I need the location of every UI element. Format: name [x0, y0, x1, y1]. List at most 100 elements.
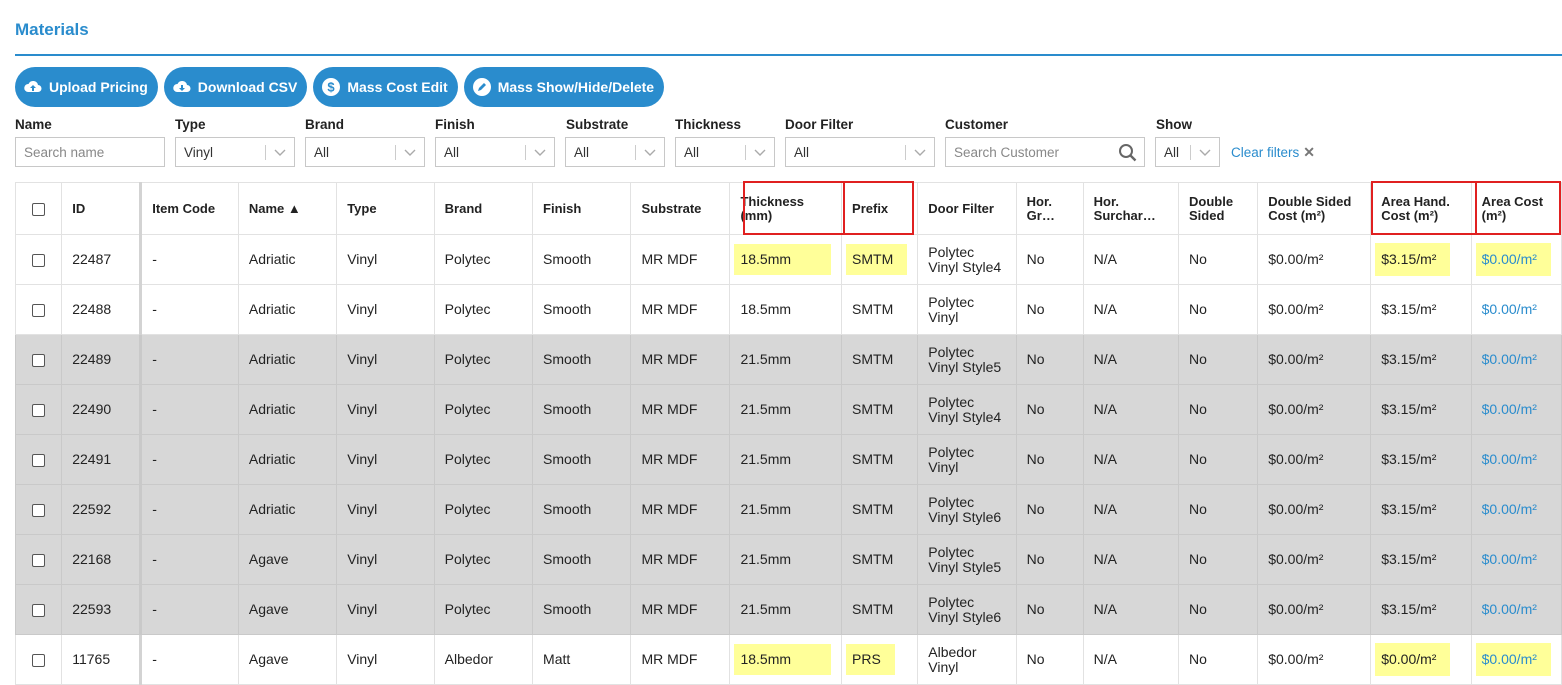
cell-door-filter: Polytec Vinyl [917, 284, 1017, 335]
cell-id: 22487 [61, 234, 143, 285]
cell-id: 22488 [61, 284, 143, 335]
cell-hor-surcharge: N/A [1082, 484, 1180, 535]
header-brand[interactable]: Brand [433, 182, 534, 235]
cell-thickness: 21.5mm [729, 384, 843, 435]
clear-filters-link[interactable]: Clear filters ✕ [1231, 144, 1315, 161]
cell-hor-surcharge: N/A [1082, 634, 1180, 685]
row-select-cell [14, 434, 63, 485]
row-checkbox[interactable] [32, 353, 46, 367]
cell-hor-gr: No [1015, 384, 1084, 435]
mass-show-hide-delete-label: Mass Show/Hide/Delete [497, 79, 655, 95]
cell-item-code: - [140, 634, 239, 685]
row-checkbox[interactable] [32, 253, 46, 267]
row-checkbox[interactable] [32, 653, 46, 667]
header-id[interactable]: ID [61, 182, 143, 235]
row-checkbox[interactable] [32, 603, 46, 617]
cell-thickness: 21.5mm [729, 334, 843, 385]
header-name[interactable]: Name ▲ [237, 182, 338, 235]
cell-door-filter: Polytec Vinyl Style6 [917, 584, 1017, 635]
type-select[interactable]: Vinyl [175, 137, 295, 167]
mass-show-hide-delete-button[interactable]: Mass Show/Hide/Delete [463, 67, 665, 107]
header-double-sided[interactable]: Double Sided [1177, 182, 1259, 235]
header-double-sided-cost[interactable]: Double Sided Cost (m²) [1257, 182, 1372, 235]
cell-area-cost[interactable]: $0.00/m² [1470, 584, 1562, 635]
row-checkbox[interactable] [32, 303, 46, 317]
cell-area-cost[interactable]: $0.00/m² [1470, 434, 1562, 485]
cell-type: Vinyl [336, 434, 435, 485]
substrate-select[interactable]: All [565, 137, 665, 167]
cell-hor-gr: No [1015, 284, 1084, 335]
show-select[interactable]: All [1155, 137, 1220, 167]
table-row[interactable]: 22487- Adriatic Vinyl Polytec Smooth MR MDF 18… [14, 234, 1562, 285]
table-row[interactable]: 22488- Adriatic Vinyl Polytec Smooth MR MDF 18… [14, 284, 1562, 335]
cell-door-filter: Polytec Vinyl Style4 [917, 384, 1017, 435]
cell-area-hand-cost: $3.15/m² [1370, 484, 1472, 535]
cell-prefix: SMTM [841, 284, 919, 335]
table-row[interactable]: 22489- Adriatic Vinyl Polytec Smooth MR MDF 21… [14, 334, 1562, 385]
highlighted-value: SMTM [846, 244, 908, 275]
table-row[interactable]: 22593- Agave Vinyl Polytec Smooth MR MDF 21.5m… [14, 584, 1562, 635]
table-row[interactable]: 22592- Adriatic Vinyl Polytec Smooth MR MDF 21… [14, 484, 1562, 535]
cell-type: Vinyl [336, 584, 435, 635]
cell-id: 22593 [61, 584, 143, 635]
row-checkbox[interactable] [32, 503, 46, 517]
cell-hor-gr: No [1015, 434, 1084, 485]
cell-area-cost[interactable]: $0.00/m² [1470, 234, 1562, 285]
chevron-down-icon [274, 149, 286, 156]
cell-area-hand-cost: $3.15/m² [1370, 584, 1472, 635]
row-checkbox[interactable] [32, 553, 46, 567]
customer-search-input[interactable]: Search Customer [945, 137, 1145, 167]
highlighted-value: $3.15/m² [1375, 243, 1451, 276]
cell-area-cost[interactable]: $0.00/m² [1470, 284, 1562, 335]
cell-double-sided-cost: $0.00/m² [1257, 434, 1372, 485]
cell-hor-gr: No [1015, 234, 1084, 285]
cell-brand: Polytec [433, 534, 534, 585]
thickness-select[interactable]: All [675, 137, 775, 167]
cell-substrate: MR MDF [630, 484, 731, 535]
brand-select[interactable]: All [305, 137, 425, 167]
cell-finish: Smooth [532, 434, 632, 485]
table-row[interactable]: 11765- Agave Vinyl Albedor Matt MR MDF 18.5mm P… [14, 634, 1562, 685]
table-row[interactable]: 22168- Agave Vinyl Polytec Smooth MR MDF 21.5m… [14, 534, 1562, 585]
cell-area-cost[interactable]: $0.00/m² [1470, 534, 1562, 585]
cell-double-sided: No [1177, 284, 1259, 335]
annotation-box-prefix [843, 181, 914, 235]
cell-area-cost[interactable]: $0.00/m² [1470, 634, 1562, 685]
chevron-down-icon [914, 149, 926, 156]
row-select-cell [14, 534, 63, 585]
cell-name: Adriatic [237, 234, 338, 285]
search-icon[interactable] [1118, 143, 1138, 163]
finish-select[interactable]: All [435, 137, 555, 167]
table-row[interactable]: 22491- Adriatic Vinyl Polytec Smooth MR MDF 21… [14, 434, 1562, 485]
header-finish[interactable]: Finish [532, 182, 632, 235]
door-filter-select[interactable]: All [785, 137, 935, 167]
header-hor-surcharge[interactable]: Hor. Surchar… [1082, 182, 1180, 235]
cell-double-sided-cost: $0.00/m² [1257, 334, 1372, 385]
select-all-checkbox[interactable] [32, 202, 46, 216]
row-checkbox[interactable] [32, 453, 46, 467]
header-hor-gr[interactable]: Hor. Gr… [1015, 182, 1084, 235]
toolbar: Upload Pricing Download CSV $ Mass Cost … [15, 67, 665, 107]
cell-area-cost[interactable]: $0.00/m² [1470, 484, 1562, 535]
header-substrate[interactable]: Substrate [630, 182, 731, 235]
row-select-cell [14, 584, 63, 635]
upload-pricing-button[interactable]: Upload Pricing [15, 67, 158, 107]
cell-double-sided: No [1177, 484, 1259, 535]
pencil-icon [472, 77, 492, 97]
name-search-input[interactable]: Search name [15, 137, 165, 167]
cell-thickness: 21.5mm [729, 584, 843, 635]
row-select-cell [14, 384, 63, 435]
download-csv-button[interactable]: Download CSV [163, 67, 308, 107]
table-row[interactable]: 22490- Adriatic Vinyl Polytec Smooth MR MDF 21… [14, 384, 1562, 435]
header-door-filter[interactable]: Door Filter [917, 182, 1017, 235]
row-checkbox[interactable] [32, 403, 46, 417]
cell-finish: Smooth [532, 284, 632, 335]
cell-finish: Smooth [532, 484, 632, 535]
header-item-code[interactable]: Item Code [140, 182, 239, 235]
mass-cost-edit-button[interactable]: $ Mass Cost Edit [313, 67, 458, 107]
cell-area-cost[interactable]: $0.00/m² [1470, 384, 1562, 435]
cell-hor-surcharge: N/A [1082, 334, 1180, 385]
cell-item-code: - [140, 334, 239, 385]
cell-area-cost[interactable]: $0.00/m² [1470, 334, 1562, 385]
header-type[interactable]: Type [336, 182, 435, 235]
